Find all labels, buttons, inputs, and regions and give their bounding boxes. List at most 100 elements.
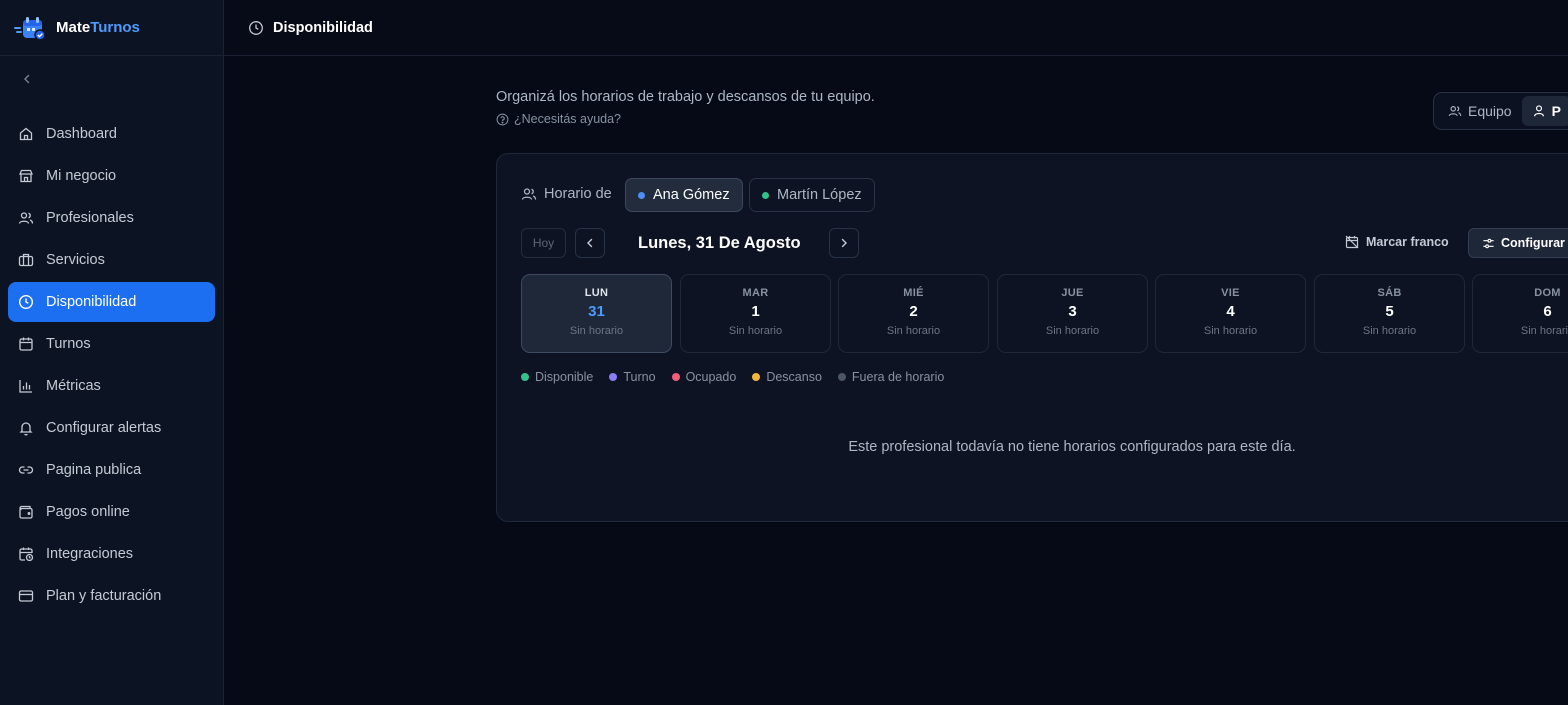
day-card-dom[interactable]: DOM 6 Sin horario <box>1472 274 1568 353</box>
sidebar-item-servicios[interactable]: Servicios <box>8 240 215 280</box>
sidebar-item-turnos[interactable]: Turnos <box>8 324 215 364</box>
sidebar-item-label: Profesionales <box>46 210 134 226</box>
sidebar-item-dashboard[interactable]: Dashboard <box>8 114 215 154</box>
day-number: 2 <box>909 303 918 320</box>
users-icon <box>1448 106 1462 117</box>
store-icon <box>19 169 33 183</box>
configure-schedule-label: Configurar j <box>1501 236 1568 250</box>
day-card-lun[interactable]: LUN 31 Sin horario <box>521 274 672 353</box>
day-status: Sin horario <box>1362 325 1417 337</box>
legend-item-turno: Turno <box>609 370 656 384</box>
sliders-icon <box>1483 238 1494 248</box>
sidebar-item-plan-facturacion[interactable]: Plan y facturación <box>8 576 215 616</box>
users-icon <box>521 188 537 200</box>
sidebar-item-integraciones[interactable]: Integraciones <box>8 534 215 574</box>
day-status: Sin horario <box>1203 325 1258 337</box>
day-card-mar[interactable]: MAR 1 Sin horario <box>680 274 831 353</box>
legend-item-ocupado: Ocupado <box>671 370 736 384</box>
mark-day-off-button[interactable]: Marcar franco <box>1345 235 1449 249</box>
configure-schedule-button[interactable]: Configurar j <box>1468 228 1568 258</box>
day-name: VIE <box>1221 287 1240 299</box>
view-toggle: Equipo P <box>1433 92 1568 130</box>
sidebar-item-label: Turnos <box>46 336 91 352</box>
day-name: DOM <box>1534 287 1561 299</box>
legend-dot <box>671 373 680 381</box>
sidebar-item-label: Configurar alertas <box>46 420 162 436</box>
calendar-icon <box>19 337 33 351</box>
sidebar-item-pagina-publica[interactable]: Pagina publica <box>8 450 215 490</box>
day-number: 3 <box>1068 303 1077 320</box>
current-date: Lunes, 31 De Agosto <box>638 234 801 252</box>
sidebar-item-configurar-alertas[interactable]: Configurar alertas <box>8 408 215 448</box>
legend-label: Disponible <box>535 370 594 384</box>
home-icon <box>19 127 33 141</box>
day-status: Sin horario <box>569 325 624 337</box>
legend-label: Turno <box>623 370 656 384</box>
legend-label: Descanso <box>766 370 822 384</box>
day-card-sab[interactable]: SÁB 5 Sin horario <box>1314 274 1465 353</box>
next-day-button[interactable] <box>829 228 859 258</box>
link-icon <box>18 466 34 474</box>
help-link-label: ¿Necesitás ayuda? <box>514 112 622 126</box>
wallet-icon <box>19 505 33 519</box>
legend-dot <box>609 373 618 381</box>
legend-dot <box>521 373 529 381</box>
mark-day-off-label: Marcar franco <box>1366 235 1449 249</box>
sidebar-item-label: Pagina publica <box>46 462 142 478</box>
legend-dot <box>752 373 761 381</box>
day-card-mie[interactable]: MIÉ 2 Sin horario <box>838 274 989 353</box>
sidebar-item-profesionales[interactable]: Profesionales <box>8 198 215 238</box>
legend-label: Fuera de horario <box>851 370 945 384</box>
professional-chip-martin[interactable]: Martín López <box>749 178 875 212</box>
professional-chip-ana[interactable]: Ana Gómez <box>625 178 743 212</box>
professional-color-dot <box>762 191 769 199</box>
help-link[interactable]: ¿Necesitás ayuda? <box>496 112 621 126</box>
sidebar-nav: Dashboard Mi negocio Profesionales Servi… <box>8 114 215 618</box>
day-status: Sin horario <box>886 325 941 337</box>
sidebar-item-label: Plan y facturación <box>46 588 162 604</box>
bell-icon <box>19 422 33 436</box>
professional-name: Martín López <box>777 187 862 203</box>
sidebar-item-label: Mi negocio <box>46 168 117 184</box>
previous-day-button[interactable] <box>575 228 605 258</box>
professional-view-button[interactable]: P <box>1521 96 1568 126</box>
empty-state-message: Este profesional todavía no tiene horari… <box>848 439 1296 455</box>
briefcase-icon <box>18 253 34 267</box>
sidebar-item-metricas[interactable]: Métricas <box>8 366 215 406</box>
chevron-left-icon <box>587 238 593 248</box>
sidebar-item-label: Disponibilidad <box>46 294 137 310</box>
today-button[interactable]: Hoy <box>521 228 566 258</box>
sidebar-item-label: Pagos online <box>46 504 130 520</box>
brand[interactable]: MateTurnos <box>0 0 223 56</box>
legend-item-fuera-de-horario: Fuera de horario <box>837 370 945 384</box>
page-subtitle: Organizá los horarios de trabajo y desca… <box>496 89 875 105</box>
help-circle-icon <box>496 113 509 125</box>
legend-item-disponible: Disponible <box>521 370 593 384</box>
team-view-label: Equipo <box>1468 103 1512 119</box>
day-status: Sin horario <box>1520 325 1568 337</box>
day-number: 31 <box>588 303 605 320</box>
professional-view-label: P <box>1551 103 1561 119</box>
chevron-right-icon <box>841 238 847 248</box>
day-card-vie[interactable]: VIE 4 Sin horario <box>1155 274 1306 353</box>
day-number: 6 <box>1543 303 1552 320</box>
credit-card-icon <box>18 590 34 602</box>
calendar-off-icon <box>1345 235 1359 249</box>
sidebar-item-disponibilidad[interactable]: Disponibilidad <box>8 282 215 322</box>
top-bar: Disponibilidad <box>224 0 1568 56</box>
schedule-of-label: Horario de <box>521 186 612 202</box>
sidebar-item-mi-negocio[interactable]: Mi negocio <box>8 156 215 196</box>
brand-name: MateTurnos <box>56 19 140 36</box>
day-name: LUN <box>584 287 609 299</box>
users-icon <box>18 212 34 224</box>
team-view-button[interactable]: Equipo <box>1438 96 1522 126</box>
professional-color-dot <box>638 191 645 199</box>
sidebar-item-pagos-online[interactable]: Pagos online <box>8 492 215 532</box>
chevron-left-icon <box>24 74 30 84</box>
calendar-clock-icon <box>19 547 34 562</box>
day-name: MAR <box>742 287 769 299</box>
user-icon <box>1533 105 1544 117</box>
day-card-jue[interactable]: JUE 3 Sin horario <box>997 274 1148 353</box>
sidebar-item-label: Métricas <box>46 378 101 394</box>
collapse-sidebar-button[interactable] <box>18 70 36 88</box>
